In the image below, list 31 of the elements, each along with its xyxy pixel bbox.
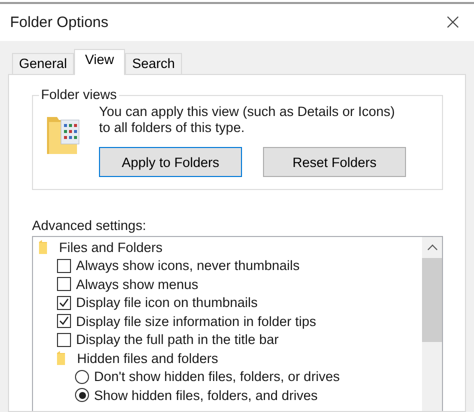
setting-label: Files and Folders (59, 240, 163, 255)
tab[interactable]: General (12, 53, 74, 74)
setting-label: Always show icons, never thumbnails (76, 258, 300, 274)
checkbox[interactable] (57, 296, 71, 310)
setting-label: Show hidden files, folders, and drives (94, 388, 318, 403)
group-title: Folder views (39, 87, 119, 102)
scrollbar[interactable] (422, 237, 442, 411)
section-label: Advanced settings: (32, 218, 148, 233)
window-title: Folder Options (10, 14, 108, 31)
tab[interactable]: Search (125, 53, 182, 74)
checkbox[interactable] (57, 258, 71, 273)
description-text: You can apply this view (such as Details or Icons) to all folders of this type. (99, 104, 396, 136)
folder-icon (45, 114, 81, 154)
folder-button[interactable]: Apply to Folders (99, 147, 242, 177)
setting-label: Display file icon on thumbnails (76, 295, 258, 310)
setting-label: Hidden files and folders (77, 350, 218, 366)
setting-label: Don't show hidden files, folders, or drives (94, 369, 340, 384)
checkbox[interactable] (57, 314, 71, 328)
close-button[interactable]: × (440, 12, 466, 34)
radio-button[interactable] (75, 370, 89, 384)
tab[interactable]: View (74, 49, 126, 75)
folder-icon (39, 240, 47, 254)
checkbox[interactable] (57, 277, 71, 292)
folder-button[interactable]: Reset Folders (263, 147, 406, 177)
setting-label: Display file size information in folder tips (76, 314, 316, 329)
setting-label: Display the full path in the title bar (76, 332, 279, 348)
scroll-thumb[interactable] (422, 258, 442, 342)
checkbox[interactable] (57, 332, 71, 347)
radio-button[interactable] (75, 388, 89, 402)
folder-icon (57, 351, 65, 366)
setting-label: Always show menus (76, 276, 198, 292)
